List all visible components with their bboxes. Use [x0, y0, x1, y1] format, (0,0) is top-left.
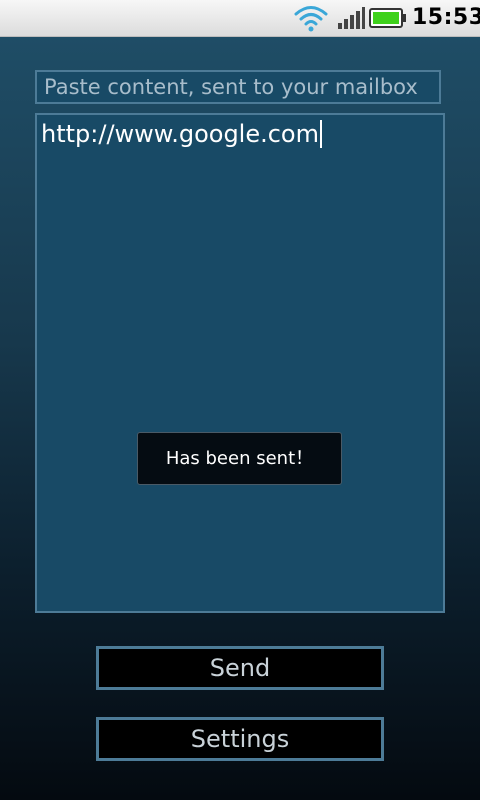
app-screen: http://www.google.com Has been sent！ Sen… — [0, 37, 480, 800]
sent-toast: Has been sent！ — [137, 432, 342, 485]
status-clock: 15:53 — [412, 5, 480, 30]
content-text: http://www.google.com — [41, 119, 322, 149]
signal-icon — [338, 7, 365, 29]
settings-button[interactable]: Settings — [96, 717, 384, 761]
status-bar: 15:53 — [0, 0, 480, 37]
subject-input[interactable] — [35, 70, 441, 104]
send-button[interactable]: Send — [96, 646, 384, 690]
wifi-icon — [294, 6, 328, 32]
content-value: http://www.google.com — [41, 120, 319, 148]
text-caret — [320, 120, 322, 148]
content-textarea[interactable]: http://www.google.com — [35, 113, 445, 613]
battery-icon — [369, 8, 406, 28]
